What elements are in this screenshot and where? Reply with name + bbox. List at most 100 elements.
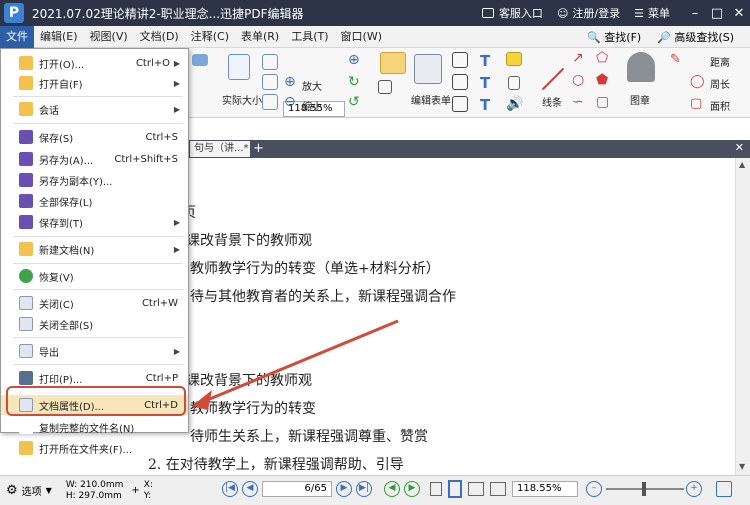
cover-view-icon[interactable] xyxy=(490,482,506,496)
new-document-icon xyxy=(19,242,33,256)
stamp-icon[interactable] xyxy=(627,52,655,82)
minimize-button[interactable]: – xyxy=(684,6,706,21)
perimeter-icon[interactable]: ◯ xyxy=(690,74,705,89)
camera-icon[interactable] xyxy=(192,54,208,66)
prev-page-button[interactable]: ◀ xyxy=(242,481,258,497)
audio-icon[interactable]: 🔊 xyxy=(506,96,523,112)
chat-icon xyxy=(481,8,494,18)
menu-file[interactable]: 文件 xyxy=(0,25,34,48)
menu-item-open-from[interactable]: 打开自(F) ▶ xyxy=(1,73,188,93)
text-field-icon[interactable] xyxy=(452,74,468,90)
close-window-button[interactable]: ✕ xyxy=(728,6,750,21)
line-tool-icon[interactable] xyxy=(541,67,565,91)
vertical-scrollbar[interactable]: ▲ ▼ xyxy=(735,158,750,475)
menu-item-export[interactable]: 导出 ▶ xyxy=(1,341,188,361)
maximize-button[interactable]: □ xyxy=(706,6,728,21)
close-all-icon xyxy=(19,317,33,331)
menu-item-copy-filename[interactable]: 复制完整的文件名(N) xyxy=(1,417,188,437)
fullscreen-icon[interactable] xyxy=(716,481,732,497)
first-page-button[interactable]: |◀ xyxy=(222,481,238,497)
menu-item-revert[interactable]: 恢复(V) xyxy=(1,266,188,286)
customer-service-button[interactable]: 客服入口 xyxy=(481,5,543,21)
note-icon[interactable] xyxy=(506,52,522,66)
text-tool-icon[interactable] xyxy=(378,80,392,94)
cloud-shape-icon[interactable]: ⬟ xyxy=(596,72,608,88)
document-tab[interactable]: 句与（讲...* xyxy=(190,141,250,157)
fit-visible-icon[interactable] xyxy=(262,94,278,110)
typewriter-icon[interactable]: T xyxy=(480,52,490,70)
menu-view[interactable]: 视图(V) xyxy=(84,26,134,48)
area-icon[interactable]: ▢ xyxy=(690,96,702,111)
menu-item-open[interactable]: 打开(O)... Ctrl+O ▶ xyxy=(1,53,188,73)
zoom-tool-icon[interactable]: ⊕ xyxy=(348,52,360,68)
login-label: 注册/登录 xyxy=(572,7,621,20)
menu-separator xyxy=(13,236,183,237)
menu-window[interactable]: 窗口(W) xyxy=(335,26,388,48)
new-tab-plus-icon[interactable]: + xyxy=(253,142,264,156)
continuous-view-icon[interactable] xyxy=(448,480,462,498)
scroll-down-icon[interactable]: ▼ xyxy=(739,462,745,471)
status-zoom-in-button[interactable]: + xyxy=(686,481,702,497)
options-button[interactable]: 选项 xyxy=(22,483,42,498)
menu-item-session[interactable]: 会话 ▶ xyxy=(1,99,188,119)
menu-item-open-folder[interactable]: 打开所在文件夹(F)... xyxy=(1,438,188,458)
back-button[interactable]: ◀ xyxy=(384,481,400,497)
zoom-out-label: 缩小 xyxy=(302,102,322,113)
login-button[interactable]: ☺ 注册/登录 xyxy=(557,5,620,21)
menu-item-close[interactable]: 关闭(C) Ctrl+W xyxy=(1,293,188,313)
arrow-shape-icon[interactable]: ↗ xyxy=(572,50,584,66)
rectangle-shape-icon[interactable]: ▢ xyxy=(596,94,609,110)
menu-comment[interactable]: 注释(C) xyxy=(185,26,235,48)
next-page-button[interactable]: ▶ xyxy=(336,481,352,497)
actual-size-icon[interactable] xyxy=(228,54,250,80)
ellipse-shape-icon[interactable]: ○ xyxy=(572,72,584,88)
callout-icon[interactable] xyxy=(452,96,468,112)
text-box-icon[interactable] xyxy=(452,52,468,68)
page-number-input[interactable]: 6/65 xyxy=(262,481,332,497)
zoom-slider[interactable] xyxy=(606,482,684,496)
menu-edit[interactable]: 编辑(E) xyxy=(34,26,84,48)
find-button[interactable]: 🔍 查找(F) xyxy=(587,29,649,45)
close-tab-icon[interactable]: ✕ xyxy=(735,141,744,154)
rotate-cw-icon[interactable]: ↻ xyxy=(348,74,360,90)
single-page-view-icon[interactable] xyxy=(430,482,442,496)
gear-icon[interactable]: ⚙ xyxy=(6,483,18,498)
forward-button[interactable]: ▶ xyxy=(404,481,420,497)
menu-tools[interactable]: 工具(T) xyxy=(285,26,334,48)
menu-item-new-document[interactable]: 新建文档(N) ▶ xyxy=(1,239,188,259)
menu-item-label: 恢复(V) xyxy=(39,272,74,284)
fit-page-icon[interactable] xyxy=(262,54,278,70)
menu-item-print[interactable]: 打印(P)... Ctrl+P xyxy=(1,368,188,388)
status-zoom-select[interactable]: 118.55% xyxy=(512,481,578,497)
facing-view-icon[interactable] xyxy=(468,482,484,496)
fit-width-icon[interactable] xyxy=(262,74,278,90)
advanced-find-button[interactable]: 🔎 高级查找(S) xyxy=(657,29,742,45)
status-zoom-out-button[interactable]: – xyxy=(586,481,602,497)
scroll-up-icon[interactable]: ▲ xyxy=(739,160,745,169)
menu-document[interactable]: 文档(D) xyxy=(134,26,185,48)
line-label: 线条 xyxy=(542,98,562,109)
zoom-out-icon[interactable]: ⊖ xyxy=(284,94,296,110)
menu-form[interactable]: 表单(R) xyxy=(235,26,285,48)
menu-item-save-as[interactable]: 另存为(A)... Ctrl+Shift+S xyxy=(1,149,188,169)
distance-icon[interactable]: ✎ xyxy=(670,52,681,67)
menu-button[interactable]: ☰ 菜单 xyxy=(634,5,670,21)
select-tool-icon[interactable] xyxy=(380,52,406,74)
textbox-t-icon[interactable]: T xyxy=(480,74,490,92)
menu-item-save-all[interactable]: 全部保存(L) xyxy=(1,191,188,211)
last-page-button[interactable]: ▶| xyxy=(356,481,372,497)
strikethrough-icon[interactable]: T xyxy=(480,96,490,114)
zoom-in-icon[interactable]: ⊕ xyxy=(284,74,296,90)
menu-item-close-all[interactable]: 关闭全部(S) xyxy=(1,314,188,334)
polyline-shape-icon[interactable]: ∽ xyxy=(572,94,584,110)
polygon-shape-icon[interactable]: ⬠ xyxy=(596,50,608,66)
attachment-icon[interactable] xyxy=(508,76,520,90)
menu-item-label: 保存(S) xyxy=(39,133,74,145)
menu-item-save[interactable]: 保存(S) Ctrl+S xyxy=(1,127,188,147)
edit-form-icon[interactable] xyxy=(414,54,442,84)
options-dropdown-icon[interactable]: ▼ xyxy=(46,486,52,495)
menu-item-save-copy[interactable]: 另存为副本(Y)... xyxy=(1,170,188,190)
menu-item-save-to[interactable]: 保存到(T) ▶ xyxy=(1,212,188,232)
rotate-ccw-icon[interactable]: ↺ xyxy=(348,94,360,110)
zoom-slider-thumb[interactable] xyxy=(642,482,646,496)
